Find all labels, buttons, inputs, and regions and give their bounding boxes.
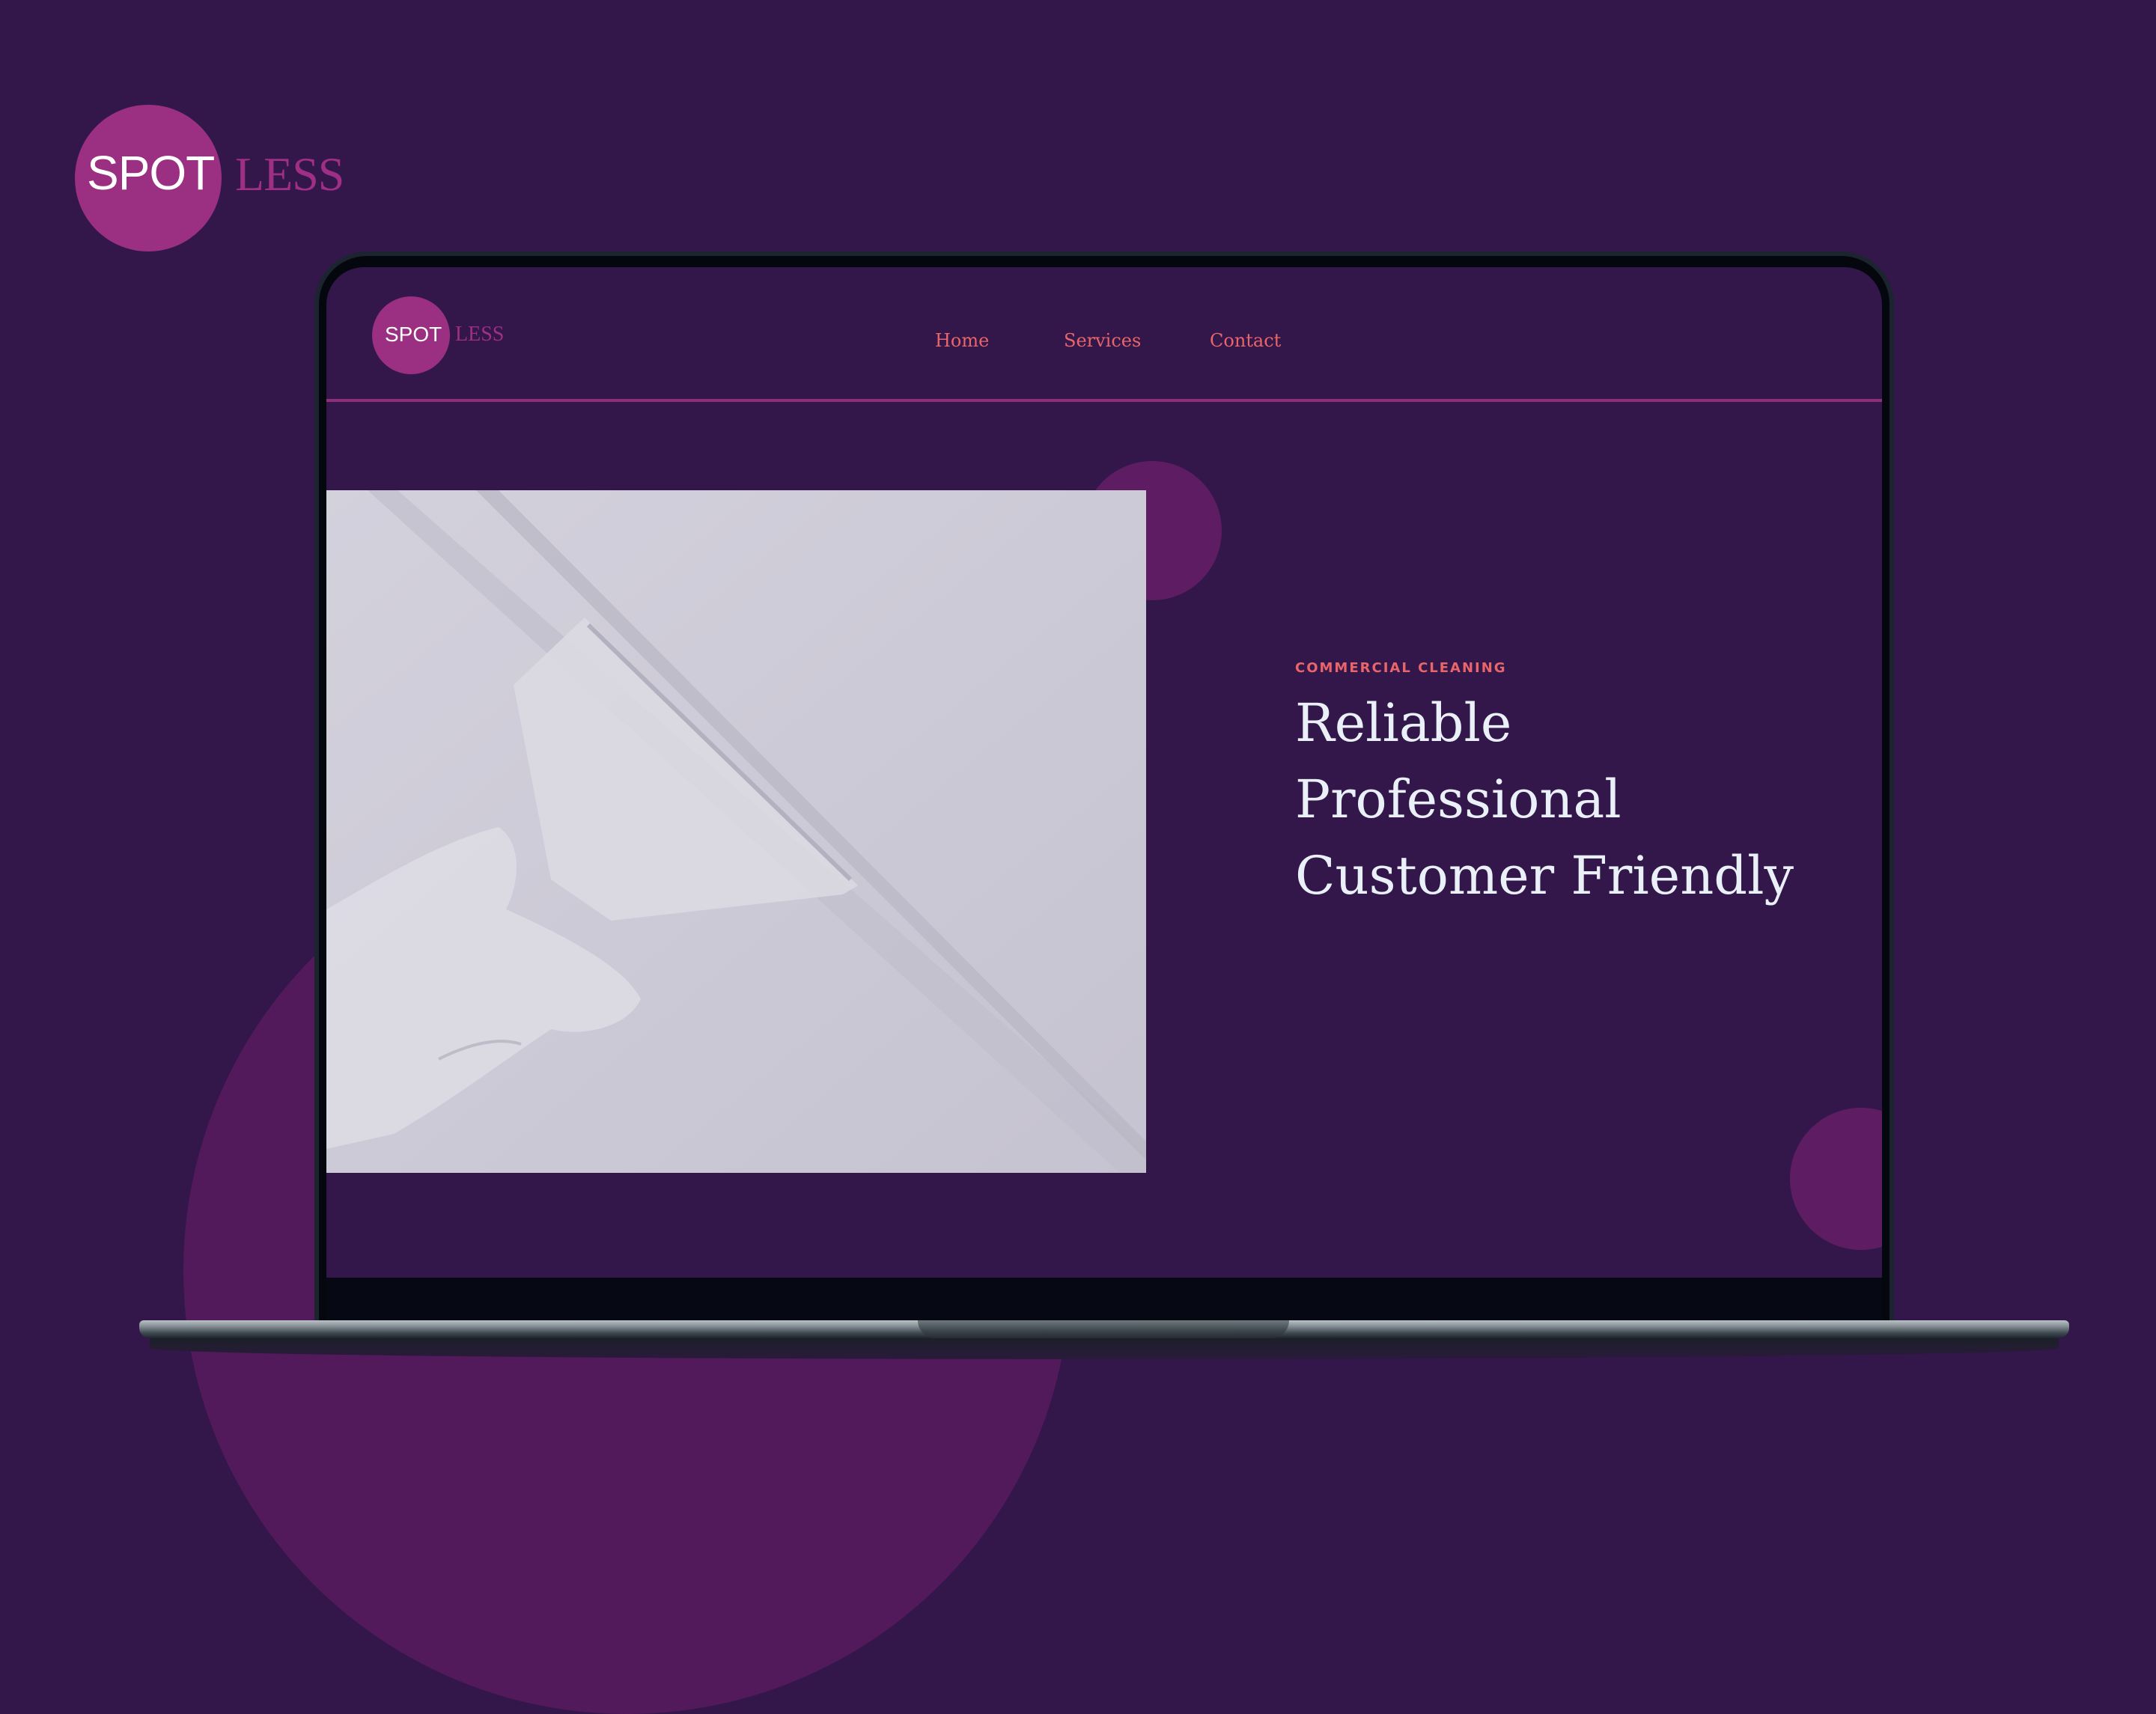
nav-link-contact[interactable]: Contact — [1210, 330, 1281, 351]
nav-link-services[interactable]: Services — [1064, 330, 1141, 351]
hero-heading-line: Customer Friendly — [1295, 845, 1794, 906]
laptop-hinge-notch — [918, 1320, 1289, 1338]
hero-eyebrow: COMMERCIAL CLEANING — [1295, 660, 1507, 676]
decorative-circle-bottom — [1790, 1108, 1882, 1250]
laptop-base-shadow — [150, 1337, 2059, 1359]
site-logo-spot-text[interactable]: SPOT — [385, 323, 442, 347]
brand-logo-spot-text: SPOT — [87, 146, 215, 200]
brand-logo-less-text: LESS — [235, 147, 344, 201]
site-logo-less-text[interactable]: LESS — [455, 323, 504, 347]
nav-link-home[interactable]: Home — [935, 330, 989, 351]
squeegee-illustration — [326, 490, 1146, 1173]
website-screen: SPOT LESS Home Services Contact COMMERCI… — [326, 267, 1882, 1278]
brand-logo: SPOT LESS — [75, 105, 404, 251]
header-divider — [326, 399, 1882, 402]
hero-heading-line: Reliable — [1295, 692, 1512, 754]
hero-image-squeegee — [326, 490, 1146, 1173]
hero-heading-line: Professional — [1295, 769, 1621, 830]
